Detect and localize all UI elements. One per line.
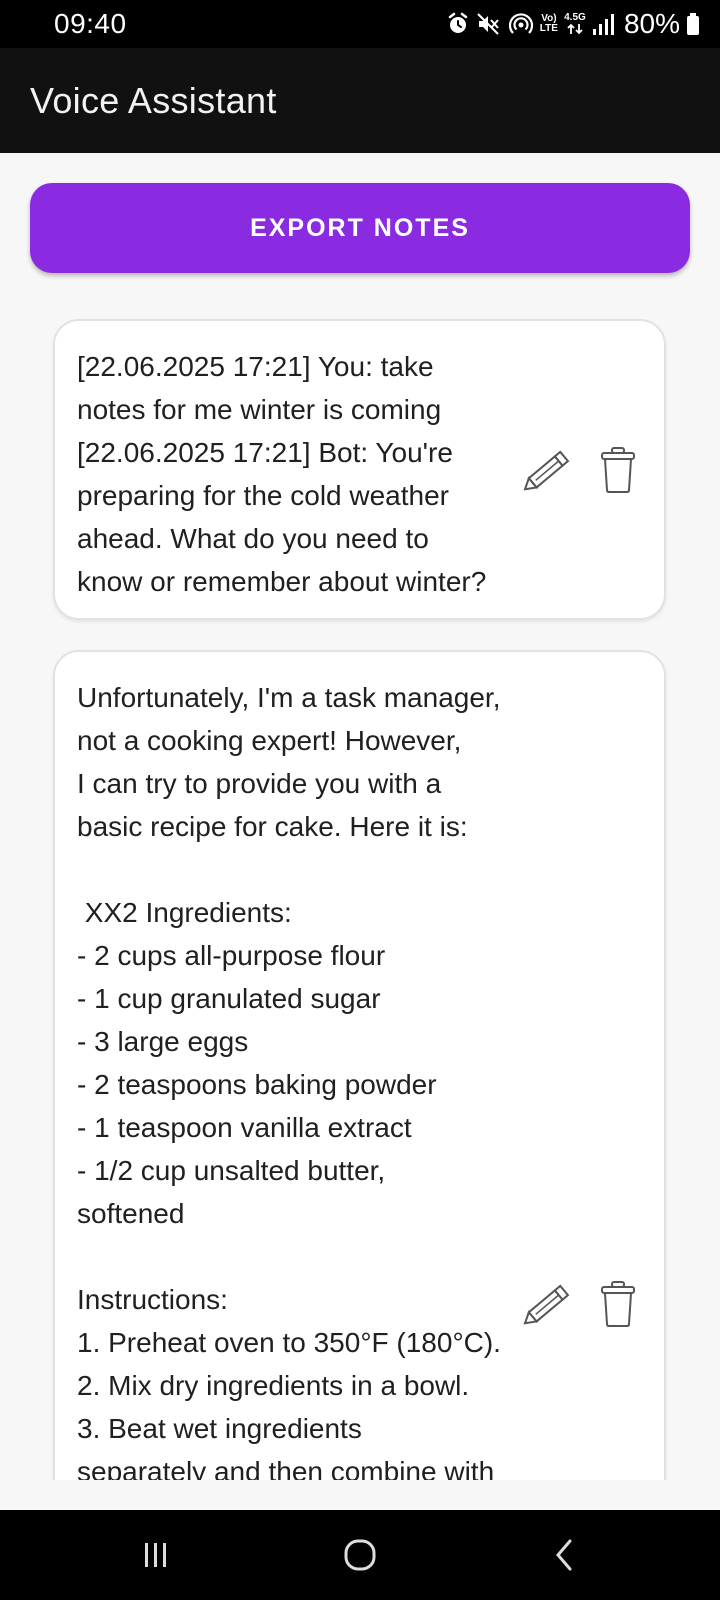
- mute-icon: [476, 12, 502, 36]
- network-type: 4.5G: [564, 12, 586, 23]
- note-text: [22.06.2025 17:21] You: take notes for m…: [77, 351, 487, 597]
- home-icon[interactable]: [330, 1532, 390, 1578]
- trash-icon[interactable]: [591, 1277, 645, 1331]
- app-title: Voice Assistant: [30, 80, 277, 121]
- note-actions: [521, 1277, 645, 1331]
- status-time: 09:40: [54, 8, 127, 39]
- battery-icon: [686, 12, 700, 36]
- note-text: Unfortunately, I'm a task manager, not a…: [77, 682, 501, 1480]
- volte-icon: Vo) LTE: [539, 13, 558, 34]
- navigation-bar: [0, 1510, 720, 1600]
- notes-list[interactable]: [22.06.2025 17:21] You: take notes for m…: [0, 300, 720, 1480]
- status-bar: 09:40 Vo) LTE 4.5G 80%: [0, 0, 720, 48]
- note-actions: [521, 443, 645, 497]
- trash-icon[interactable]: [591, 443, 645, 497]
- alarm-icon: [446, 12, 470, 36]
- back-icon[interactable]: [534, 1532, 594, 1578]
- note-card: Unfortunately, I'm a task manager, not a…: [53, 650, 666, 1480]
- app-bar: Voice Assistant: [0, 48, 720, 153]
- recent-apps-icon[interactable]: [126, 1532, 186, 1578]
- export-notes-button[interactable]: EXPORT NOTES: [30, 183, 690, 273]
- signal-icon: [592, 12, 614, 36]
- note-card: [22.06.2025 17:21] You: take notes for m…: [53, 319, 666, 620]
- hotspot-icon: [508, 11, 534, 37]
- status-icons: Vo) LTE 4.5G 80%: [446, 6, 700, 42]
- battery-level: 80%: [623, 8, 680, 39]
- pencil-icon[interactable]: [521, 1277, 575, 1331]
- pencil-icon[interactable]: [521, 443, 575, 497]
- data-arrows-icon: 4.5G: [564, 13, 586, 35]
